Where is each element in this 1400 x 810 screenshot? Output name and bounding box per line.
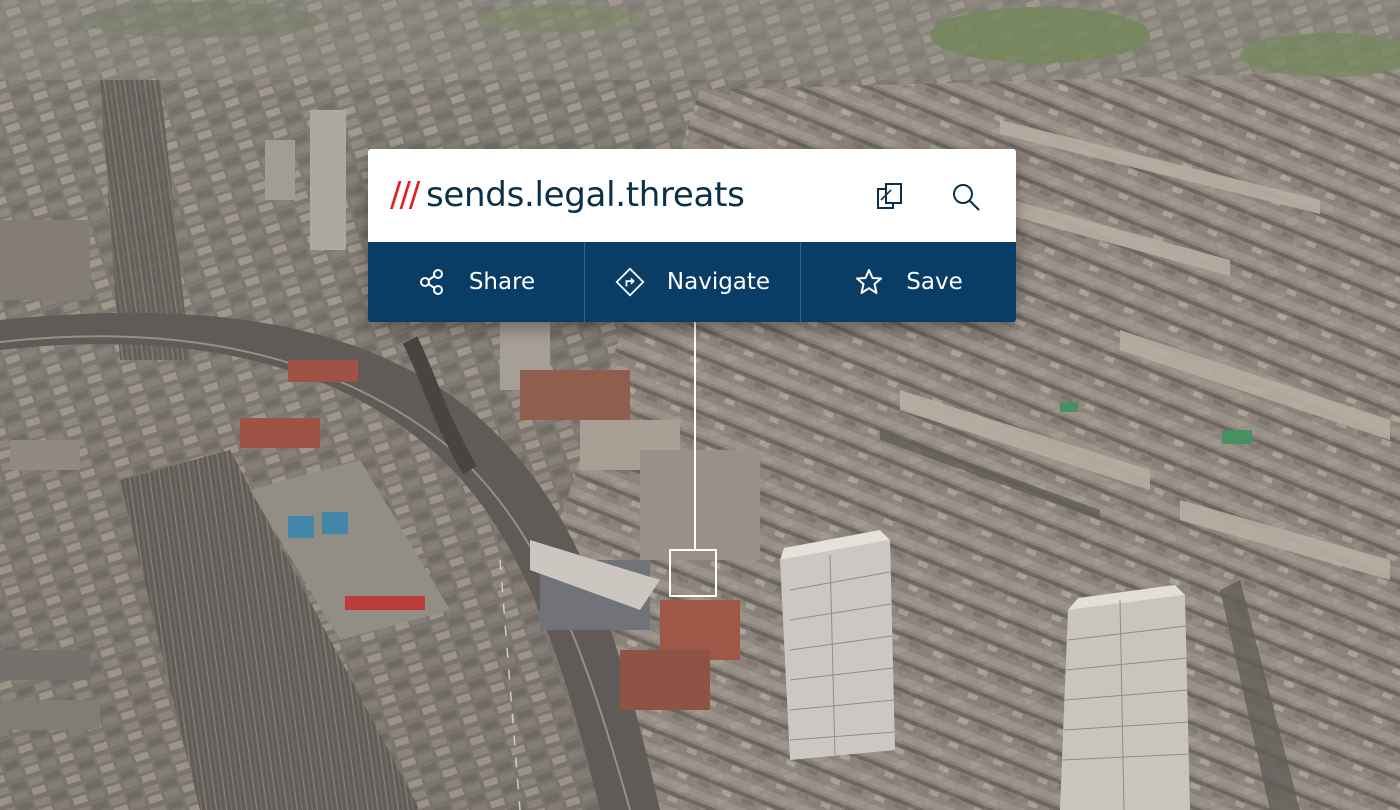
navigate-label: Navigate — [666, 269, 771, 295]
copy-icon — [877, 183, 902, 209]
action-bar: Share Navigate Save — [368, 242, 1016, 322]
location-card: /// sends.legal.threats Share Navigate S… — [368, 149, 1016, 322]
search-button[interactable] — [944, 175, 988, 219]
pin-connector-line — [694, 322, 696, 550]
address-bar: /// sends.legal.threats — [368, 149, 1016, 242]
star-icon — [854, 267, 884, 297]
navigate-button[interactable]: Navigate — [584, 242, 800, 322]
share-label: Share — [468, 269, 536, 295]
share-icon — [417, 267, 447, 297]
three-word-address[interactable]: sends.legal.threats — [426, 175, 745, 215]
copy-button[interactable] — [868, 175, 912, 219]
aerial-city-map[interactable] — [0, 0, 1400, 810]
save-label: Save — [906, 269, 963, 295]
share-button[interactable]: Share — [368, 242, 584, 322]
search-icon — [953, 184, 980, 211]
navigate-icon — [615, 267, 645, 297]
slashes-prefix: /// — [390, 175, 420, 215]
location-square-marker — [669, 549, 717, 597]
save-button[interactable]: Save — [800, 242, 1016, 322]
